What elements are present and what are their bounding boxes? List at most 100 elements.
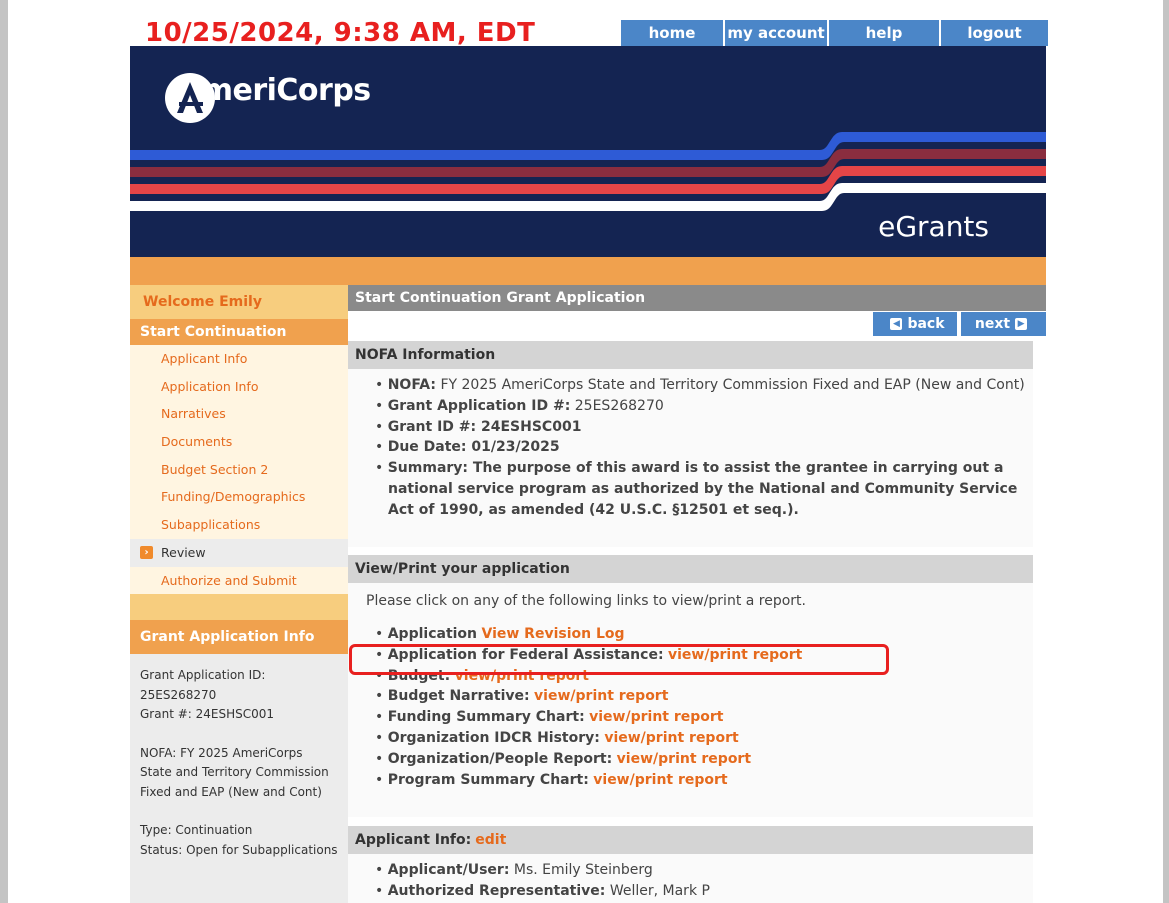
applicant-user-item: Applicant/User: Ms. Emily Steinberg xyxy=(348,860,1033,881)
grant-type: Type: Continuation xyxy=(140,823,253,838)
nofa-section: NOFA Information NOFA: FY 2025 AmeriCorp… xyxy=(348,341,1033,547)
back-button[interactable]: ◀ back xyxy=(873,312,957,336)
sidebar-menu: Applicant Info Application Info Narrativ… xyxy=(130,345,348,595)
page-title: Start Continuation Grant Application xyxy=(348,285,1046,311)
report-label: Organization IDCR History: xyxy=(387,729,600,746)
grant-id-text: Grant ID #: 24ESHSC001 xyxy=(387,418,582,435)
header-banner: AmeriCorps eGrants xyxy=(130,46,1046,257)
report-item: Organization/People Report: view/print r… xyxy=(348,749,1033,770)
nav-logout-link[interactable]: logout xyxy=(941,20,1048,46)
back-button-label: back xyxy=(907,316,945,332)
due-date-text: Due Date: 01/23/2025 xyxy=(387,439,560,456)
applicant-user-value: Ms. Emily Steinberg xyxy=(513,862,653,878)
report-list: Application View Revision Log Applicatio… xyxy=(348,609,1033,790)
sidebar-item-application-info[interactable]: Application Info xyxy=(130,373,348,401)
nofa-label: NOFA: xyxy=(387,377,436,393)
sidebar-section-title: Start Continuation xyxy=(130,319,348,345)
applicant-info-edit-link[interactable]: edit xyxy=(475,832,506,848)
sidebar: Welcome Emily Start Continuation Applica… xyxy=(130,285,348,903)
budget-narrative-report-link[interactable]: view/print report xyxy=(534,688,668,704)
report-label: Budget Narrative: xyxy=(387,688,530,705)
sidebar-item-funding-demographics[interactable]: Funding/Demographics xyxy=(130,483,348,511)
sidebar-item-applicant-info[interactable]: Applicant Info xyxy=(130,345,348,373)
view-print-section: View/Print your application Please click… xyxy=(348,555,1033,817)
datetime-display: 10/25/2024, 9:38 AM, EDT xyxy=(145,18,536,48)
report-label: Application for Federal Assistance: xyxy=(387,646,664,663)
report-label: Program Summary Chart: xyxy=(387,771,589,788)
next-button-label: next xyxy=(974,316,1011,332)
nav-help-link[interactable]: help xyxy=(829,20,939,46)
pager-buttons: ◀ back next ▶ xyxy=(869,312,1046,336)
sidebar-item-narratives[interactable]: Narratives xyxy=(130,400,348,428)
due-date-item: Due Date: 01/23/2025 xyxy=(348,437,1033,458)
sidebar-item-review-label: Review xyxy=(161,544,206,560)
back-arrow-icon: ◀ xyxy=(890,318,903,330)
summary-item: Summary: The purpose of this award is to… xyxy=(348,458,1033,520)
nofa-section-title: NOFA Information xyxy=(348,341,1033,369)
report-label: Funding Summary Chart: xyxy=(387,709,585,726)
grant-nofa: NOFA: FY 2025 AmeriCorps State and Terri… xyxy=(140,745,329,799)
sidebar-item-budget-section-2[interactable]: Budget Section 2 xyxy=(130,456,348,484)
arrow-right-icon: › xyxy=(140,546,153,560)
report-item: Application for Federal Assistance: view… xyxy=(348,645,1033,666)
app-id-label: Grant Application ID #: xyxy=(387,397,571,414)
applicant-user-label: Applicant/User: xyxy=(387,862,510,878)
report-item: Application View Revision Log xyxy=(348,624,1033,645)
view-revision-log-link[interactable]: View Revision Log xyxy=(481,626,624,642)
applicant-list: Applicant/User: Ms. Emily Steinberg Auth… xyxy=(348,854,1033,902)
view-print-intro: Please click on any of the following lin… xyxy=(366,593,806,609)
funding-summary-report-link[interactable]: view/print report xyxy=(589,709,723,725)
authorized-rep-label: Authorized Representative: xyxy=(387,882,606,899)
nav-my-account-link[interactable]: my account xyxy=(725,20,827,46)
applicant-info-title-text: Applicant Info: xyxy=(355,832,472,848)
americorps-logo-icon xyxy=(165,73,215,123)
report-item: Budget Narrative: view/print report xyxy=(348,686,1033,707)
sidebar-item-review[interactable]: › Review xyxy=(130,538,348,567)
top-nav: home my account help logout xyxy=(621,20,1048,46)
grant-info-panel: Grant Application ID: 25ES268270 Grant #… xyxy=(130,654,348,903)
authorized-rep-value: Weller, Mark P xyxy=(609,882,710,899)
report-label: Organization/People Report: xyxy=(387,750,613,767)
welcome-message: Welcome Emily xyxy=(130,285,348,319)
report-label: Application xyxy=(387,626,478,642)
sidebar-item-authorize-and-submit[interactable]: Authorize and Submit xyxy=(130,567,348,595)
sidebar-item-documents[interactable]: Documents xyxy=(130,428,348,456)
egrants-title: eGrants xyxy=(878,210,989,243)
sidebar-item-subapplications[interactable]: Subapplications xyxy=(130,511,348,539)
summary-text: Summary: The purpose of this award is to… xyxy=(387,460,1018,518)
app-id-value: 25ES268270 xyxy=(574,397,664,414)
next-button[interactable]: next ▶ xyxy=(961,312,1046,336)
report-label: Budget: xyxy=(387,667,451,684)
org-people-report-link[interactable]: view/print report xyxy=(617,751,751,767)
grant-status: Status: Open for Subapplications xyxy=(140,842,338,857)
authorized-rep-item: Authorized Representative: Weller, Mark … xyxy=(348,881,1033,902)
nofa-item: NOFA: FY 2025 AmeriCorps State and Terri… xyxy=(348,375,1033,396)
grant-app-id-value: 25ES268270 xyxy=(140,687,217,702)
americorps-logo[interactable]: AmeriCorps xyxy=(165,73,371,123)
main-content: Start Continuation Grant Application ◀ b… xyxy=(348,285,1046,903)
applicant-info-title: Applicant Info: edit xyxy=(348,826,1033,854)
budget-report-link[interactable]: view/print report xyxy=(455,668,589,684)
nofa-list: NOFA: FY 2025 AmeriCorps State and Terri… xyxy=(348,369,1033,521)
program-summary-report-link[interactable]: view/print report xyxy=(593,772,727,788)
idcr-history-report-link[interactable]: view/print report xyxy=(604,730,738,746)
nav-home-link[interactable]: home xyxy=(621,20,723,46)
page: 10/25/2024, 9:38 AM, EDT home my account… xyxy=(8,0,1163,903)
applicant-info-section: Applicant Info:edit Applicant/User: Ms. … xyxy=(348,826,1033,903)
app-id-item: Grant Application ID #: 25ES268270 xyxy=(348,396,1033,417)
orange-strip xyxy=(130,257,1046,285)
report-item: Program Summary Chart: view/print report xyxy=(348,770,1033,791)
grant-number: Grant #: 24ESHSC001 xyxy=(140,707,275,722)
grant-app-id-label: Grant Application ID: xyxy=(140,668,266,683)
grant-info-title: Grant Application Info xyxy=(130,620,348,655)
nofa-value: FY 2025 AmeriCorps State and Territory C… xyxy=(440,377,1025,393)
sidebar-spacer xyxy=(130,594,348,621)
federal-assistance-report-link[interactable]: view/print report xyxy=(668,647,802,663)
view-print-title: View/Print your application xyxy=(348,555,1033,583)
content-wrapper: 10/25/2024, 9:38 AM, EDT home my account… xyxy=(130,0,1048,903)
grant-id-item: Grant ID #: 24ESHSC001 xyxy=(348,417,1033,438)
report-item: Budget: view/print report xyxy=(348,666,1033,687)
next-arrow-icon: ▶ xyxy=(1015,318,1028,330)
report-item: Organization IDCR History: view/print re… xyxy=(348,728,1033,749)
report-item: Funding Summary Chart: view/print report xyxy=(348,707,1033,728)
